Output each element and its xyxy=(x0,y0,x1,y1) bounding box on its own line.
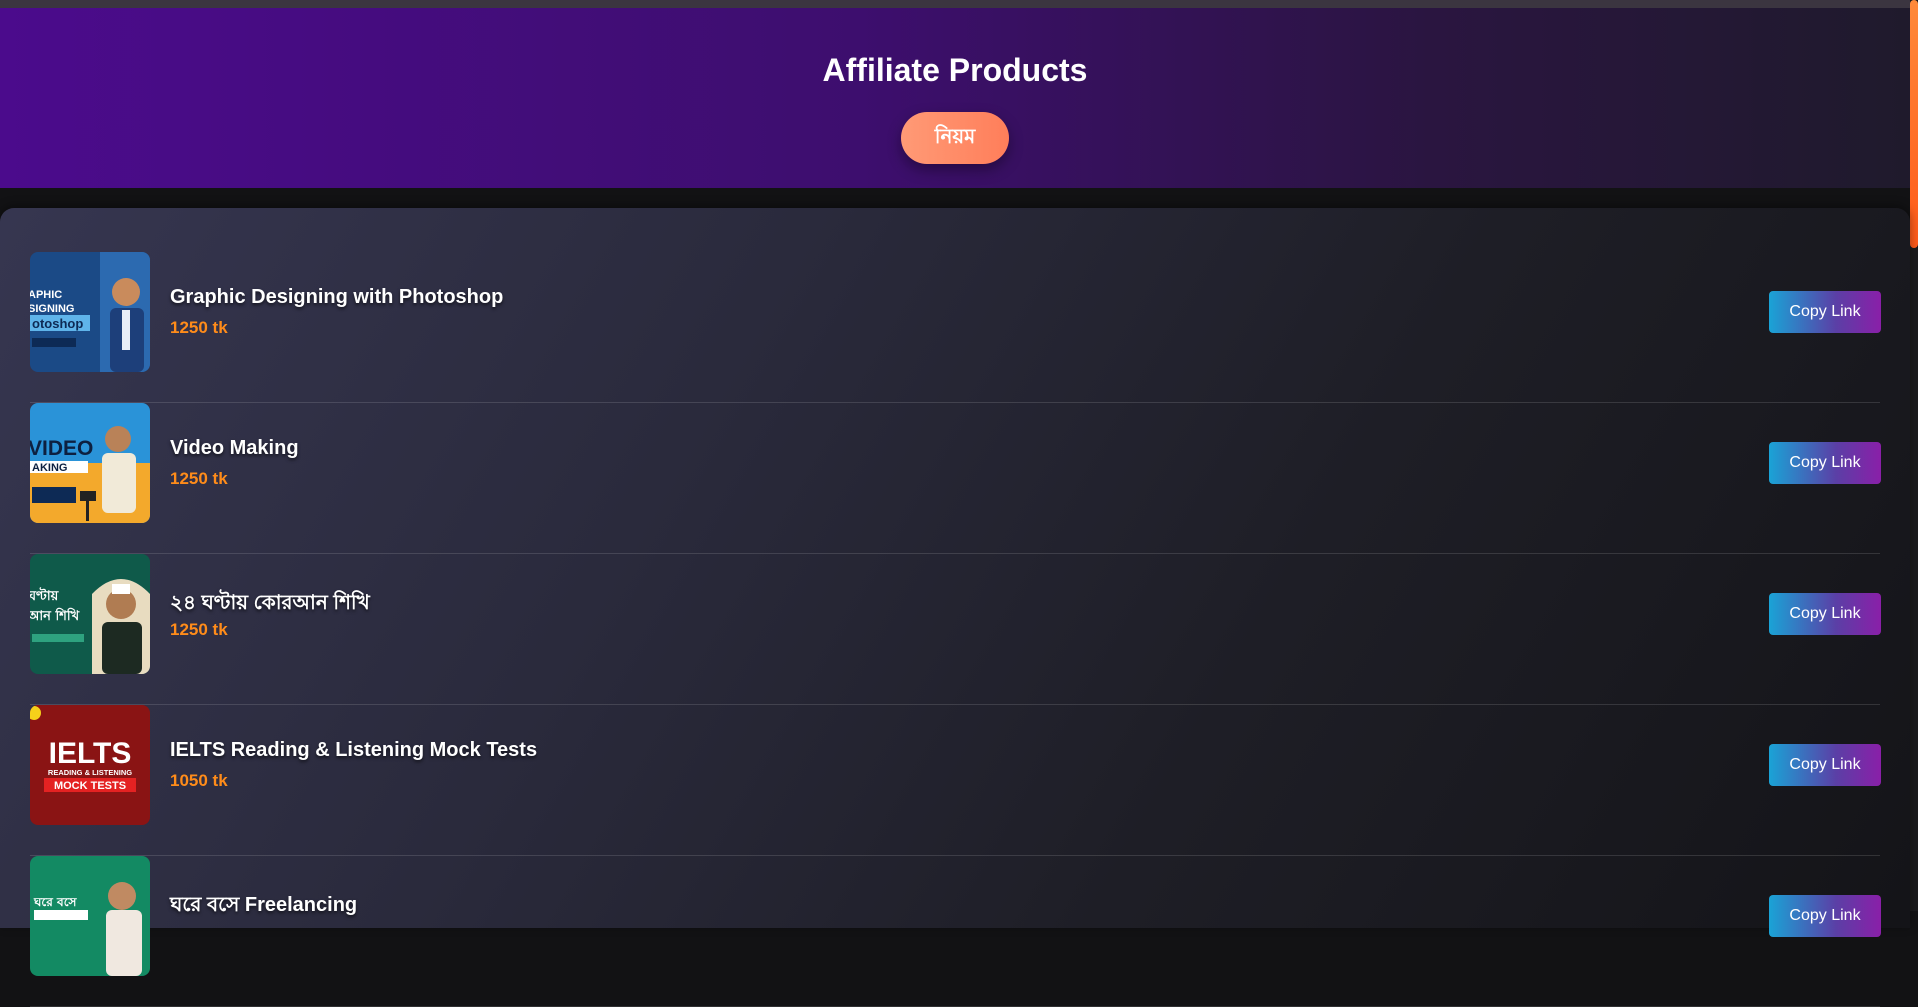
product-title: ২৪ ঘণ্টায় কোরআন শিখি xyxy=(170,592,370,614)
svg-text:AKING: AKING xyxy=(32,462,67,474)
product-title: Graphic Designing with Photoshop xyxy=(170,286,504,308)
thumbnail-image: ঘরে বসে xyxy=(30,856,150,976)
page-title: Affiliate Products xyxy=(822,52,1088,88)
product-title: ঘরে বসে Freelancing xyxy=(170,894,358,916)
product-thumbnail: APHIC SIGNING otoshop xyxy=(30,252,150,372)
svg-text:MOCK TESTS: MOCK TESTS xyxy=(54,780,126,792)
product-item: VIDEO AKING Video Making 1250 tk Copy Li… xyxy=(30,403,1881,554)
product-price: 1250 tk xyxy=(170,469,228,488)
thumbnail-image: ঘণ্টায় আন শিখি xyxy=(30,554,150,674)
product-title: IELTS Reading & Listening Mock Tests xyxy=(170,739,538,761)
thumbnail-image: APHIC SIGNING otoshop xyxy=(30,252,150,372)
thumbnail-image: IELTS READING & LISTENING MOCK TESTS xyxy=(30,705,150,825)
copy-link-button[interactable]: Copy Link xyxy=(1769,593,1881,635)
product-thumbnail: VIDEO AKING xyxy=(30,403,150,523)
svg-text:READING & LISTENING: READING & LISTENING xyxy=(48,768,132,777)
svg-text:SIGNING: SIGNING xyxy=(30,303,74,315)
page-header: Affiliate Products নিয়ম xyxy=(0,8,1910,188)
svg-text:IELTS: IELTS xyxy=(49,737,132,770)
svg-text:VIDEO: VIDEO xyxy=(30,437,93,460)
product-price: 1250 tk xyxy=(170,318,228,337)
scrollbar-thumb[interactable] xyxy=(1910,0,1918,248)
product-thumbnail: IELTS READING & LISTENING MOCK TESTS xyxy=(30,705,150,825)
top-strip xyxy=(0,0,1918,8)
product-item: ঘরে বসে ঘরে বসে Freelancing Copy Link xyxy=(30,856,1881,1007)
svg-text:APHIC: APHIC xyxy=(30,289,62,301)
product-item: ঘণ্টায় আন শিখি ২৪ ঘণ্টায় কোরআন শিখি 12… xyxy=(30,554,1881,705)
product-item: APHIC SIGNING otoshop Graphic Designing … xyxy=(30,252,1881,403)
product-thumbnail: ঘণ্টায় আন শিখি xyxy=(30,554,150,674)
thumbnail-image: VIDEO AKING xyxy=(30,403,150,523)
product-list: APHIC SIGNING otoshop Graphic Designing … xyxy=(30,252,1881,1007)
rules-button[interactable]: নিয়ম xyxy=(901,112,1009,164)
product-price: 1250 tk xyxy=(170,620,228,639)
copy-link-button[interactable]: Copy Link xyxy=(1769,744,1881,786)
product-title: Video Making xyxy=(170,437,299,459)
svg-text:otoshop: otoshop xyxy=(32,316,83,331)
product-price: 1050 tk xyxy=(170,771,228,790)
copy-link-button[interactable]: Copy Link xyxy=(1769,895,1881,937)
copy-link-button[interactable]: Copy Link xyxy=(1769,291,1881,333)
svg-text:ঘরে বসে: ঘরে বসে xyxy=(33,895,78,909)
product-thumbnail: ঘরে বসে xyxy=(30,856,150,976)
product-item: IELTS READING & LISTENING MOCK TESTS IEL… xyxy=(30,705,1881,856)
svg-text:ঘণ্টায়: ঘণ্টায় xyxy=(30,586,60,604)
svg-text:আন শিখি: আন শিখি xyxy=(30,607,80,624)
copy-link-button[interactable]: Copy Link xyxy=(1769,442,1881,484)
